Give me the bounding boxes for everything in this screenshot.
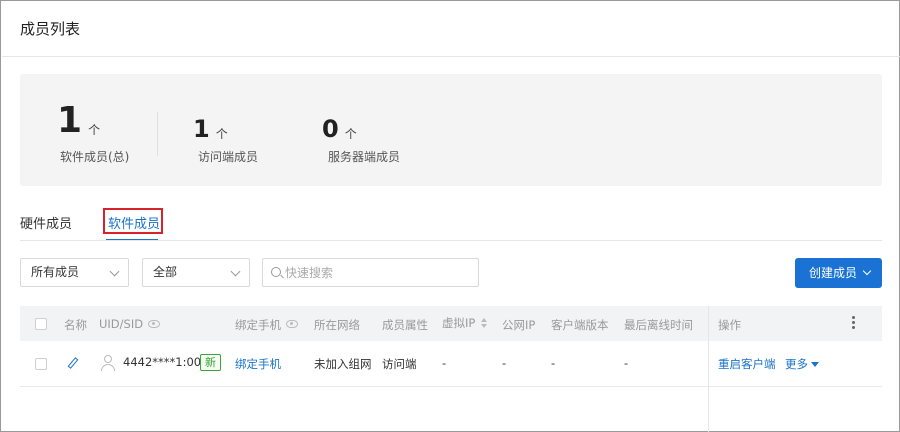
new-badge: 新 (200, 354, 221, 371)
sort-icon[interactable] (481, 318, 487, 328)
app-window: 成员列表 1个 软件成员(总) 1个 访问端成员 0个 服务器端成员 硬件成员 … (0, 0, 900, 432)
stat-label: 软件成员(总) (60, 150, 130, 164)
user-avatar-icon (101, 355, 115, 371)
col-client-version: 客户端版本 (551, 318, 609, 332)
stat-value: 0 (322, 115, 339, 143)
member-scope-select[interactable]: 所有成员 (20, 258, 129, 287)
fixed-column-border (708, 306, 709, 432)
row-client-version: - (551, 356, 556, 370)
row-divider (20, 386, 882, 387)
stat-label: 服务器端成员 (328, 150, 401, 164)
col-uid-sid: UID/SID (99, 317, 144, 331)
search-input[interactable] (285, 262, 470, 283)
stat-label: 访问端成员 (198, 150, 259, 164)
bind-phone-link[interactable]: 绑定手机 (235, 356, 281, 372)
select-all-checkbox[interactable] (35, 318, 47, 330)
row-virtual-ip: - (442, 356, 447, 370)
row-public-ip: - (502, 356, 507, 370)
search-box (262, 258, 479, 287)
stats-card: 1个 软件成员(总) 1个 访问端成员 0个 服务器端成员 (20, 74, 882, 186)
stat-server-members: 0个 服务器端成员 (322, 114, 400, 164)
edit-icon[interactable] (67, 357, 79, 369)
row-network: 未加入组网 (314, 357, 372, 371)
stat-unit: 个 (88, 123, 101, 137)
col-member-attribute: 成员属性 (382, 318, 428, 332)
header-divider (2, 56, 900, 57)
chevron-down-icon (109, 266, 120, 277)
row-attribute: 访问端 (382, 357, 417, 371)
caret-down-icon[interactable] (811, 362, 819, 367)
member-scope-value: 所有成员 (31, 265, 80, 279)
status-value: 全部 (153, 265, 178, 279)
stat-value: 1 (193, 115, 210, 143)
create-member-label: 创建成员 (809, 266, 858, 280)
stat-divider (157, 112, 158, 156)
chevron-down-icon (230, 266, 241, 277)
row-checkbox[interactable] (35, 358, 47, 370)
stat-unit: 个 (215, 127, 228, 141)
stat-unit: 个 (344, 127, 357, 141)
tabs-divider (20, 240, 882, 241)
col-actions: 操作 (718, 318, 741, 332)
row-uid: 4442****1:001 (123, 355, 209, 369)
chevron-down-icon (862, 266, 872, 276)
eye-icon[interactable] (286, 320, 298, 328)
restart-client-link[interactable]: 重启客户端 (718, 356, 776, 372)
tab-hardware-members[interactable]: 硬件成员 (20, 213, 72, 232)
tab-software-members[interactable]: 软件成员 (108, 213, 160, 232)
status-select[interactable]: 全部 (142, 258, 250, 287)
create-member-button[interactable]: 创建成员 (795, 258, 882, 288)
stat-software-total: 1个 软件成员(总) (57, 100, 129, 165)
row-last-offline: - (624, 356, 629, 370)
page-title: 成员列表 (20, 20, 81, 38)
col-public-ip: 公网IP (502, 318, 536, 332)
stat-value: 1 (57, 100, 83, 141)
col-name: 名称 (64, 318, 87, 332)
stat-access-members: 1个 访问端成员 (193, 114, 258, 164)
more-actions-link[interactable]: 更多 (785, 356, 808, 372)
col-network: 所在网络 (314, 318, 360, 332)
col-last-offline: 最后离线时间 (624, 318, 693, 332)
column-settings-icon[interactable] (852, 316, 855, 330)
col-bound-phone: 绑定手机 (235, 318, 281, 332)
eye-icon[interactable] (148, 320, 160, 328)
col-virtual-ip: 虚拟IP (442, 316, 476, 330)
search-icon (271, 267, 281, 277)
